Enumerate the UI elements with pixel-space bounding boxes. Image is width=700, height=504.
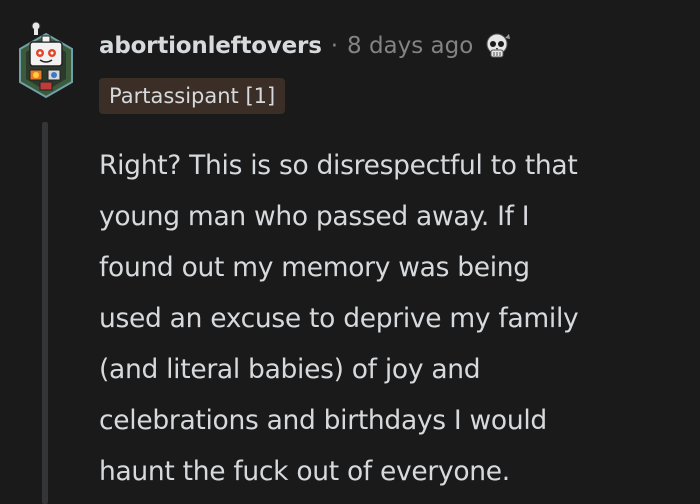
meta-separator: · <box>330 33 339 59</box>
thread-line[interactable] <box>42 122 48 504</box>
comment-body-line: Right? This is so disrespectful to that <box>99 150 578 181</box>
skull-award-icon[interactable] <box>481 30 513 62</box>
comment-body-line: celebrations and birthdays I would <box>99 405 547 436</box>
comment-meta: abortionleftovers · 8 days ago <box>99 28 513 64</box>
comment-body: Right? This is so disrespectful to that … <box>99 140 689 497</box>
snoo-avatar-icon <box>19 21 73 99</box>
comment: abortionleftovers · 8 days ago Partassip… <box>0 0 700 504</box>
comment-body-line: young man who passed away. If I <box>99 201 530 232</box>
user-avatar[interactable] <box>14 20 78 100</box>
comment-body-line: haunt the fuck out of everyone. <box>99 456 510 487</box>
comment-body-line: used an excuse to deprive my family <box>99 303 579 334</box>
user-flair: Partassipant [1] <box>99 78 286 114</box>
comment-body-line: found out my memory was being <box>99 252 530 283</box>
username-link[interactable]: abortionleftovers <box>99 33 322 59</box>
timestamp[interactable]: 8 days ago <box>347 33 473 59</box>
comment-body-line: (and literal babies) of joy and <box>99 354 481 385</box>
